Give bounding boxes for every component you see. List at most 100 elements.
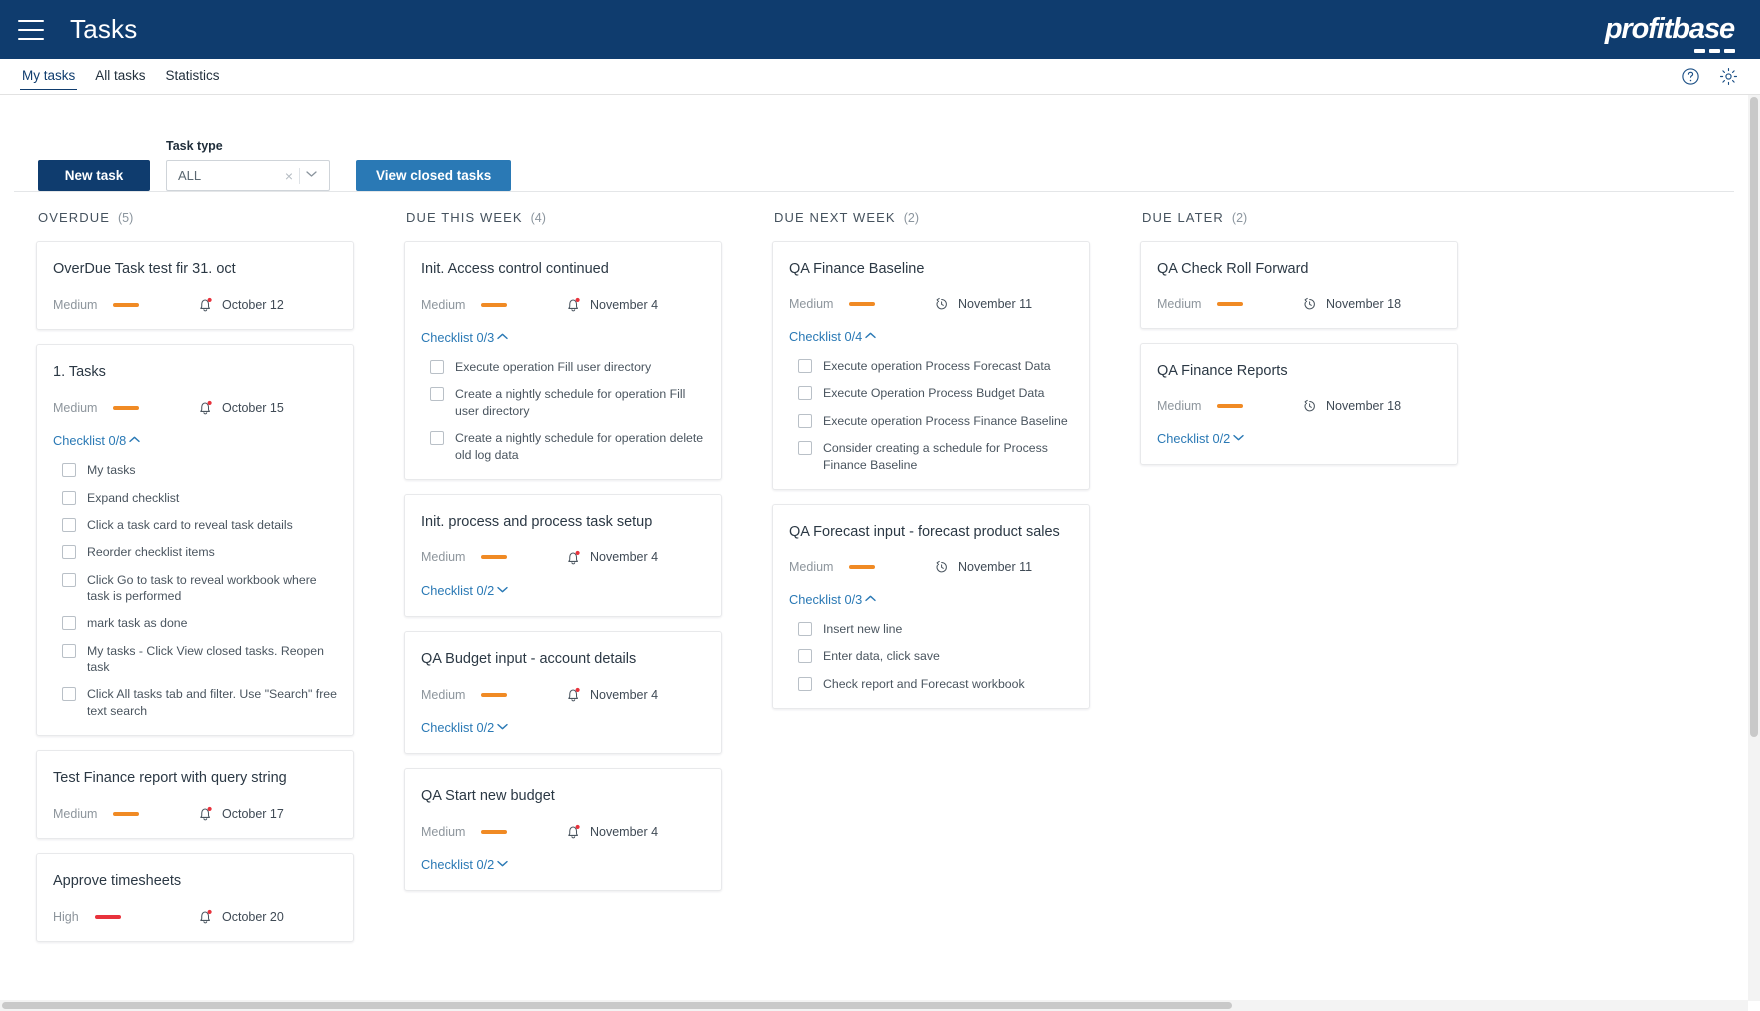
checklist-item[interactable]: My tasks <box>53 462 337 478</box>
checklist-item-label: Create a nightly schedule for operation … <box>455 387 686 418</box>
checklist-item[interactable]: Create a nightly schedule for operation … <box>421 430 705 463</box>
priority-label: High <box>53 909 79 924</box>
task-card[interactable]: Init. process and process task setup Medi… <box>404 493 722 617</box>
checklist-item[interactable]: Enter data, click save <box>789 648 1073 664</box>
horizontal-scrollbar[interactable] <box>0 1000 1748 1011</box>
checklist-item[interactable]: Create a nightly schedule for operation … <box>421 386 705 419</box>
checkbox-icon[interactable] <box>798 359 812 374</box>
priority-bar-icon <box>113 302 140 307</box>
checkbox-icon[interactable] <box>62 643 76 658</box>
chevron-up-icon[interactable] <box>497 332 508 343</box>
checklist-item[interactable]: Click a task card to reveal task details <box>53 517 337 533</box>
checkbox-icon[interactable] <box>62 687 76 702</box>
checklist-item[interactable]: Reorder checklist items <box>53 544 337 560</box>
chevron-up-icon[interactable] <box>865 331 876 342</box>
checkbox-icon[interactable] <box>798 441 812 456</box>
task-card-meta: Medium November 4 <box>421 549 705 566</box>
view-closed-tasks-button[interactable]: View closed tasks <box>356 160 512 191</box>
checkbox-icon[interactable] <box>62 616 76 631</box>
checklist-toggle[interactable]: Checklist 0/3 <box>789 592 876 607</box>
logo-dots-icon <box>1694 49 1735 53</box>
checkbox-icon[interactable] <box>62 545 76 560</box>
task-card-meta: Medium November 4 <box>421 686 705 703</box>
task-card[interactable]: QA Check Roll Forward Medium November 18 <box>1140 241 1458 330</box>
task-card[interactable]: Init. Access control continued Medium Nov… <box>404 241 722 480</box>
checkbox-icon[interactable] <box>798 386 812 401</box>
chevron-up-icon[interactable] <box>129 435 140 446</box>
checklist-item[interactable]: Click All tasks tab and filter. Use "Sea… <box>53 686 337 719</box>
checkbox-icon[interactable] <box>798 649 812 664</box>
task-card[interactable]: 1. Tasks Medium October 15 Checklist 0/8 My… <box>36 344 354 737</box>
checklist-item[interactable]: Execute operation Process Forecast Data <box>789 358 1073 374</box>
checklist-toggle[interactable]: Checklist 0/2 <box>1157 431 1244 446</box>
vertical-scrollbar-thumb[interactable] <box>1750 97 1758 737</box>
checklist-item[interactable]: Expand checklist <box>53 490 337 506</box>
task-card-meta: Medium November 18 <box>1157 296 1441 312</box>
tab-statistics[interactable]: Statistics <box>156 59 230 94</box>
chevron-down-icon[interactable] <box>497 722 508 733</box>
checklist-item[interactable]: Insert new line <box>789 621 1073 637</box>
checkbox-icon[interactable] <box>62 463 76 478</box>
checkbox-icon[interactable] <box>430 431 444 446</box>
checklist-item[interactable]: Click Go to task to reveal workbook wher… <box>53 572 337 605</box>
horizontal-scrollbar-thumb[interactable] <box>2 1002 1232 1009</box>
task-card[interactable]: QA Finance Reports Medium November 18 Chec… <box>1140 343 1458 466</box>
checklist-toggle[interactable]: Checklist 0/8 <box>53 433 140 448</box>
help-icon[interactable] <box>1680 67 1700 87</box>
task-card[interactable]: QA Forecast input - forecast product sal… <box>772 503 1090 709</box>
checkbox-icon[interactable] <box>798 621 812 636</box>
checklist-item-label: My tasks <box>87 463 136 478</box>
due-date-label: November 4 <box>590 824 659 839</box>
due-date-label: October 15 <box>222 400 284 415</box>
checklist-item[interactable]: Execute Operation Process Budget Data <box>789 385 1073 401</box>
task-card[interactable]: QA Budget input - account details Medium … <box>404 630 722 755</box>
priority-label: Medium <box>789 559 834 574</box>
checkbox-icon[interactable] <box>62 490 76 505</box>
chevron-down-icon[interactable] <box>497 585 508 596</box>
checkbox-icon[interactable] <box>430 387 444 402</box>
checklist-item[interactable]: Consider creating a schedule for Process… <box>789 440 1073 473</box>
chevron-down-icon[interactable] <box>497 859 508 870</box>
checklist-toggle[interactable]: Checklist 0/3 <box>421 330 508 345</box>
checklist-item[interactable]: Execute operation Fill user directory <box>421 359 705 375</box>
priority-indicator: Medium <box>421 825 566 839</box>
profitbase-logo: profitbase <box>1605 13 1738 53</box>
checklist-item[interactable]: Execute operation Process Finance Baseli… <box>789 413 1073 429</box>
task-card[interactable]: QA Finance Baseline Medium November 11 Che… <box>772 241 1090 490</box>
tab-my-tasks[interactable]: My tasks <box>12 59 85 94</box>
chevron-up-icon[interactable] <box>865 594 876 605</box>
gear-icon[interactable] <box>1718 67 1738 87</box>
checkbox-icon[interactable] <box>798 413 812 428</box>
checklist-item[interactable]: mark task as done <box>53 615 337 631</box>
checklist-item-label: Click a task card to reveal task details <box>87 517 293 532</box>
task-type-select[interactable]: ALL × <box>166 160 330 191</box>
checklist-item[interactable]: My tasks - Click View closed tasks. Reop… <box>53 643 337 676</box>
checkbox-icon[interactable] <box>430 360 444 375</box>
task-card-meta: Medium November 11 <box>789 559 1073 575</box>
clear-icon[interactable]: × <box>279 168 299 184</box>
task-card[interactable]: QA Start new budget Medium November 4 Chec… <box>404 768 722 892</box>
checklist-toggle[interactable]: Checklist 0/2 <box>421 720 508 735</box>
checklist-toggle[interactable]: Checklist 0/4 <box>789 329 876 344</box>
task-card[interactable]: Test Finance report with query string Med… <box>36 750 354 840</box>
priority-label: Medium <box>421 297 466 312</box>
column-title: DUE NEXT WEEK <box>774 210 896 225</box>
chevron-down-icon[interactable] <box>1233 433 1244 444</box>
priority-indicator: Medium <box>53 401 198 415</box>
task-card[interactable]: Approve timesheets High October 20 <box>36 853 354 943</box>
checklist-item[interactable]: Check report and Forecast workbook <box>789 676 1073 692</box>
tab-all-tasks[interactable]: All tasks <box>85 59 155 94</box>
due-date-label: November 11 <box>958 297 1033 312</box>
vertical-scrollbar[interactable] <box>1748 95 1760 1001</box>
chevron-down-icon[interactable] <box>300 170 323 181</box>
hamburger-icon[interactable] <box>18 19 44 40</box>
checklist-toggle[interactable]: Checklist 0/2 <box>421 583 508 598</box>
checklist-item-label: Execute operation Process Forecast Data <box>823 359 1051 374</box>
checkbox-icon[interactable] <box>62 517 76 532</box>
new-task-button[interactable]: New task <box>38 160 150 191</box>
task-card[interactable]: OverDue Task test fir 31. oct Medium Octo… <box>36 241 354 331</box>
due-date: October 20 <box>198 908 284 925</box>
checkbox-icon[interactable] <box>798 676 812 691</box>
checkbox-icon[interactable] <box>62 572 76 587</box>
checklist-toggle[interactable]: Checklist 0/2 <box>421 857 508 872</box>
